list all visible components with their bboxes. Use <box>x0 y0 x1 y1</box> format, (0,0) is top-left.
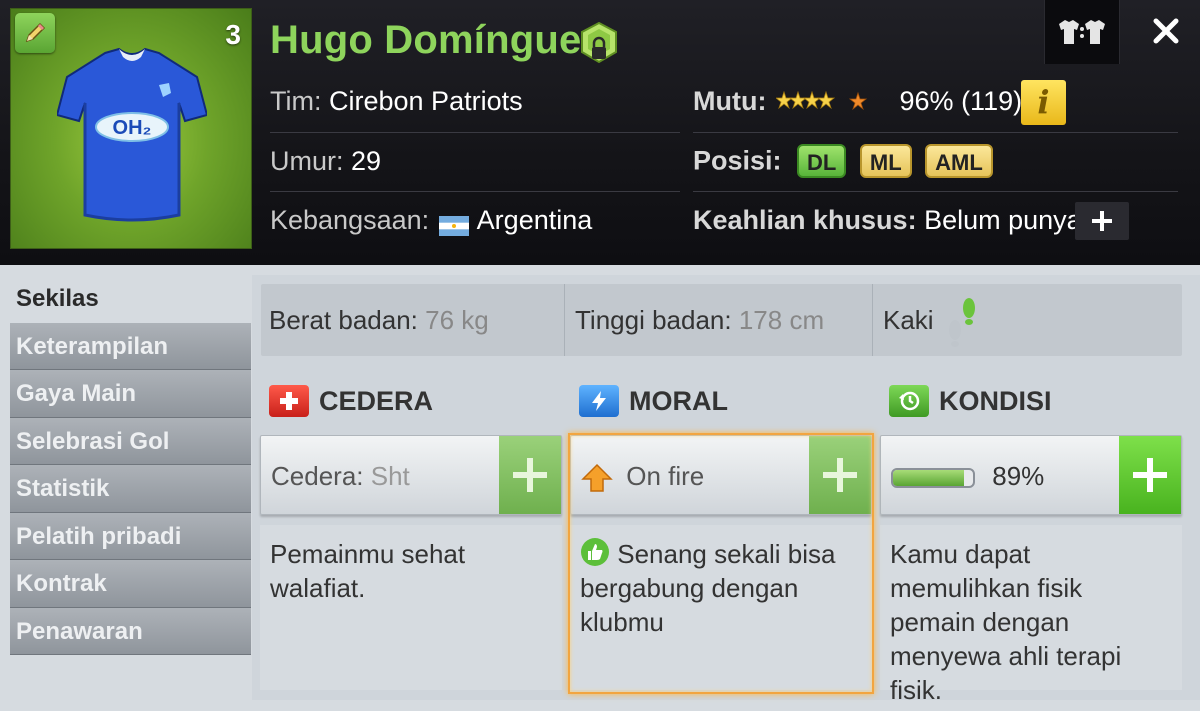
close-button[interactable] <box>1140 8 1192 54</box>
injury-status-box: Cedera: Sht <box>260 435 562 515</box>
sidebar-item-goal-celebration[interactable]: Selebrasi Gol <box>10 417 251 465</box>
morale-title: MORAL <box>579 385 728 417</box>
special-skill-row: Keahlian khusus: Belum punya <box>693 205 1082 236</box>
sidebar-item-skills[interactable]: Keterampilan <box>10 322 251 370</box>
argentina-flag-icon <box>438 212 469 236</box>
nationality-value: Argentina <box>476 205 593 235</box>
condition-title: KONDISI <box>889 385 1052 417</box>
morale-description-text: Senang sekali bisa bergabung dengan klub… <box>580 539 836 637</box>
player-header: 3 OH₂ Hugo Domínguez Tim: Cirebon Patrio… <box>0 0 1200 265</box>
plus-icon <box>513 458 547 492</box>
divider <box>564 284 565 356</box>
restore-condition-button[interactable] <box>1119 436 1181 514</box>
condition-energy-fill <box>893 470 965 487</box>
recovery-clock-icon <box>889 385 929 417</box>
quality-percent: 96% <box>899 86 954 116</box>
plus-icon <box>1092 211 1112 231</box>
thumbs-up-icon <box>581 538 609 566</box>
height-value: 178 cm <box>738 305 825 335</box>
nationality-row: Kebangsaan: Argentina <box>270 205 592 236</box>
weight-stat: Berat badan: 76 kg <box>261 284 489 356</box>
foot-stat: Kaki <box>875 284 981 356</box>
team-value[interactable]: Cirebon Patriots <box>329 86 523 116</box>
quality-row: Mutu: 96% (119) <box>693 86 1022 118</box>
sidebar-item-overview[interactable]: Sekilas <box>10 275 251 323</box>
height-label: Tinggi badan: <box>575 305 732 335</box>
player-name: Hugo Domínguez <box>270 18 602 62</box>
divider <box>270 191 680 192</box>
divider <box>693 132 1178 133</box>
position-label: Posisi: <box>693 145 782 176</box>
arrow-up-icon <box>581 464 613 492</box>
first-aid-icon <box>269 385 309 417</box>
condition-status-box: 89% <box>880 435 1182 515</box>
jersey-icon: OH₂ <box>57 47 207 222</box>
lightning-icon <box>579 385 619 417</box>
sidebar-item-statistics[interactable]: Statistik <box>10 465 251 513</box>
condition-status-value: 89% <box>992 461 1045 491</box>
info-button[interactable]: i <box>1021 80 1066 125</box>
divider <box>270 132 680 133</box>
injury-status-label: Cedera: <box>271 461 364 491</box>
sidebar-item-offers[interactable]: Penawaran <box>10 607 251 655</box>
overview-content: Berat badan: 76 kg Tinggi badan: 178 cm … <box>252 275 1200 705</box>
morale-status: On fire <box>581 436 704 516</box>
boost-morale-button[interactable] <box>809 436 871 514</box>
quality-label: Mutu: <box>693 86 767 116</box>
position-badge-primary[interactable]: DL <box>797 144 847 178</box>
weight-value: 76 kg <box>425 305 489 335</box>
foot-label: Kaki <box>883 305 934 335</box>
morale-description: Senang sekali bisa bergabung dengan klub… <box>570 525 872 690</box>
special-skill-label: Keahlian khusus: <box>693 205 917 235</box>
age-row: Umur: 29 <box>270 146 381 177</box>
player-portrait: 3 OH₂ <box>10 8 252 249</box>
position-badge-secondary[interactable]: ML <box>859 144 912 178</box>
injury-status-value: Sht <box>370 461 410 491</box>
sidebar-item-play-style[interactable]: Gaya Main <box>10 370 251 418</box>
close-icon <box>1153 18 1179 44</box>
pencil-icon <box>25 22 46 43</box>
team-row: Tim: Cirebon Patriots <box>270 86 523 117</box>
edit-button[interactable] <box>15 13 55 53</box>
morale-title-text: MORAL <box>629 385 728 416</box>
weight-label: Berat badan: <box>269 305 418 335</box>
divider <box>693 191 1178 192</box>
condition-energy-bar <box>891 468 975 489</box>
position-row: Posisi: DL ML AML <box>693 144 999 178</box>
condition-title-text: KONDISI <box>939 385 1052 416</box>
condition-description: Kamu dapat memulihkan fisik pemain denga… <box>880 525 1182 705</box>
add-special-skill-button[interactable] <box>1075 202 1129 240</box>
height-stat: Tinggi badan: 178 cm <box>567 284 824 356</box>
star-rating-icon <box>774 91 868 111</box>
injury-status: Cedera: Sht <box>271 436 410 516</box>
injury-description: Pemainmu sehat walafiat. <box>260 525 562 690</box>
plus-icon <box>823 458 857 492</box>
special-skill-value: Belum punya <box>924 205 1082 235</box>
heal-injury-button[interactable] <box>499 436 561 514</box>
team-label: Tim: <box>270 86 322 116</box>
condition-status: 89% <box>891 436 1044 516</box>
quality-stars <box>774 87 868 118</box>
shirt-number: 3 <box>225 19 241 50</box>
age-value: 29 <box>351 146 382 176</box>
sidebar-menu: Sekilas Keterampilan Gaya Main Selebrasi… <box>10 275 251 655</box>
physical-stats-bar: Berat badan: 76 kg Tinggi badan: 178 cm … <box>261 284 1182 356</box>
locked-badge-icon[interactable] <box>580 22 618 64</box>
injury-title: CEDERA <box>269 385 433 417</box>
shirt-compare-icon <box>1059 20 1105 44</box>
sidebar-item-personal-trainer[interactable]: Pelatih pribadi <box>10 512 251 560</box>
divider <box>872 284 873 356</box>
morale-status-value: On fire <box>626 461 705 491</box>
nationality-label: Kebangsaan: <box>270 205 430 235</box>
age-label: Umur: <box>270 146 344 176</box>
morale-status-box: On fire <box>570 435 872 515</box>
quality-value: (119) <box>961 86 1023 116</box>
position-badge-secondary[interactable]: AML <box>925 144 993 178</box>
kit-compare-button[interactable] <box>1044 0 1120 64</box>
footprint-icon <box>948 298 975 348</box>
injury-title-text: CEDERA <box>319 385 434 416</box>
sidebar-item-contract[interactable]: Kontrak <box>10 560 251 608</box>
plus-icon <box>1133 458 1167 492</box>
jersey-sponsor: OH₂ <box>113 117 152 139</box>
